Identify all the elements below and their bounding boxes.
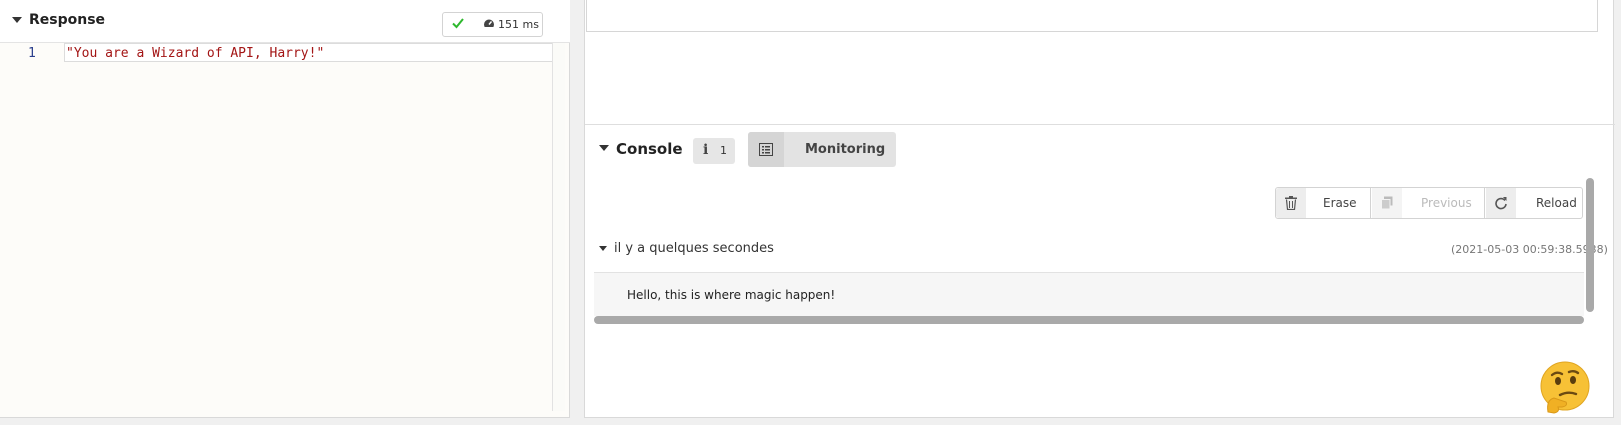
- line-number: 1: [28, 46, 36, 61]
- console-collapse-caret-icon[interactable]: [599, 145, 609, 151]
- monitoring-button[interactable]: Monitoring: [748, 132, 896, 167]
- code-text: "You are a Wizard of API, Harry!": [66, 46, 325, 61]
- monitoring-label: Monitoring: [805, 142, 886, 157]
- copy-icon: [1381, 196, 1393, 210]
- reload-icon-box[interactable]: [1486, 188, 1516, 218]
- right-panel: Console i 1 Monitoring Erase Previous Re…: [584, 0, 1615, 418]
- window-bottom-strip: [0, 418, 1621, 425]
- reload-button[interactable]: Reload: [1536, 196, 1577, 210]
- upper-content-box: [586, 0, 1598, 32]
- previous-icon-box[interactable]: [1372, 188, 1402, 218]
- info-count-badge[interactable]: i 1: [693, 138, 735, 164]
- erase-icon-box[interactable]: [1276, 188, 1306, 218]
- console-title[interactable]: Console: [616, 140, 683, 158]
- divider: [1484, 188, 1485, 218]
- info-icon: i: [703, 142, 709, 158]
- response-title[interactable]: Response: [29, 12, 105, 28]
- code-line[interactable]: "You are a Wizard of API, Harry!": [64, 43, 564, 62]
- response-code-editor[interactable]: 1 "You are a Wizard of API, Harry!": [0, 43, 565, 411]
- refresh-icon: [1495, 197, 1507, 210]
- section-divider: [585, 124, 1615, 125]
- vertical-scrollbar[interactable]: [1586, 178, 1594, 312]
- check-icon: [452, 18, 464, 29]
- previous-button[interactable]: Previous: [1421, 196, 1472, 210]
- monitoring-icon-box: [748, 132, 784, 167]
- thinking-face-emoji[interactable]: [1538, 360, 1592, 414]
- info-count: 1: [720, 144, 727, 157]
- log-entry-timestamp: (2021-05-03 00:59:38.5938): [1451, 243, 1608, 256]
- log-entry-body: Hello, this is where magic happen!: [594, 272, 1584, 316]
- divider: [1370, 188, 1371, 218]
- response-status-badge: 151 ms: [442, 12, 543, 37]
- response-header: Response 151 ms: [0, 0, 570, 43]
- log-entry-relative-time[interactable]: il y a quelques secondes: [614, 241, 774, 256]
- response-panel: Response 151 ms 1 "You are a Wizard of A…: [0, 0, 570, 418]
- list-icon: [759, 143, 773, 156]
- editor-scroll-gutter[interactable]: [552, 43, 565, 411]
- erase-button[interactable]: Erase: [1323, 196, 1357, 210]
- gauge-icon: [484, 19, 494, 30]
- log-message: Hello, this is where magic happen!: [627, 288, 836, 302]
- trash-icon: [1285, 196, 1297, 210]
- collapse-caret-icon[interactable]: [12, 17, 22, 23]
- horizontal-scrollbar[interactable]: [594, 316, 1584, 324]
- log-entry-caret-icon[interactable]: [599, 246, 607, 251]
- response-time: 151 ms: [498, 18, 539, 31]
- console-action-group: Erase Previous Reload: [1275, 187, 1583, 219]
